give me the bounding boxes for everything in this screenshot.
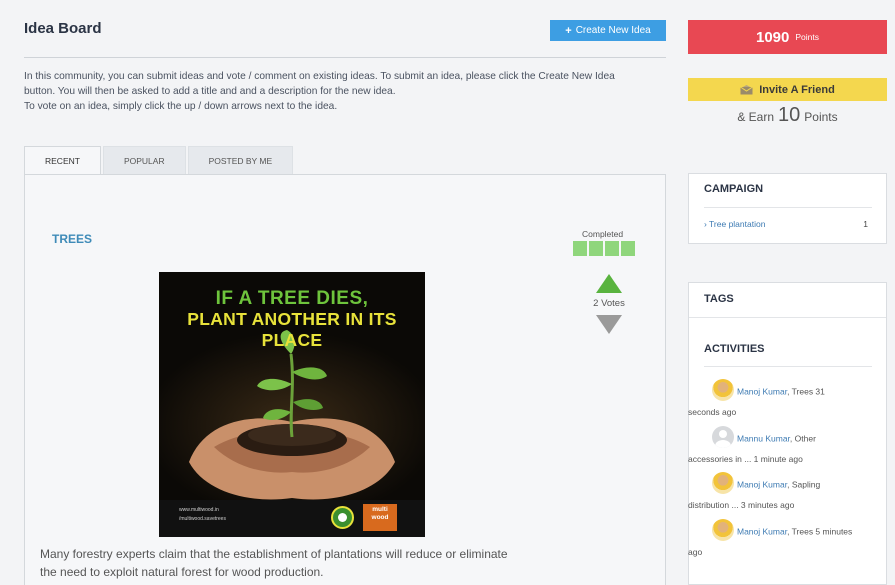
campaign-title: CAMPAIGN — [704, 183, 764, 195]
poster-subheadline: PLANT ANOTHER IN ITS PLACE — [187, 309, 397, 350]
tab-recent[interactable]: RECENT — [24, 146, 101, 175]
activity-text: , Trees 31 — [787, 386, 825, 397]
tags-divider — [689, 317, 886, 318]
activity-time: distribution ... 3 minutes ago — [688, 500, 795, 510]
activity-text: , Sapling — [787, 479, 821, 490]
idea-title[interactable]: TREES — [52, 232, 92, 246]
activity-time: accessories in ... 1 minute ago — [688, 454, 803, 464]
activity-item: Mannu Kumar, Other accessories in ... 1 … — [688, 426, 882, 469]
avatar — [712, 519, 734, 541]
envelope-icon — [740, 84, 753, 94]
earn-unit: Points — [804, 110, 838, 124]
multiwood-logo: multi wood — [363, 504, 397, 531]
idea-list-panel: TREES Completed 2 Votes IF A TREE DIES, … — [24, 174, 666, 585]
status-segment — [573, 241, 587, 256]
poster-footer: www.multiwood.in /multiwood.savetrees mu… — [159, 500, 425, 537]
tree-logo-icon — [331, 506, 354, 529]
activity-item: Manoj Kumar, Sapling distribution ... 3 … — [688, 472, 882, 515]
intro-text: In this community, you can submit ideas … — [24, 69, 674, 114]
tab-popular[interactable]: POPULAR — [102, 146, 186, 175]
plus-icon: + — [565, 24, 572, 37]
intro-line-3: To vote on an idea, simply click the up … — [24, 101, 338, 112]
activity-time: ago — [688, 547, 703, 557]
tags-title: TAGS — [704, 293, 734, 305]
idea-description-line-1: Many forestry experts claim that the est… — [40, 547, 508, 561]
vote-up-icon[interactable] — [596, 274, 622, 293]
activities-title: ACTIVITIES — [704, 343, 765, 355]
vote-count: 2 Votes — [593, 298, 625, 309]
points-value: 1090 — [756, 28, 790, 46]
tags-activities-card: TAGS ACTIVITIES Manoj Kumar, Trees 31 se… — [688, 282, 887, 585]
activity-text: , Trees 5 minutes — [787, 526, 853, 537]
create-new-idea-button[interactable]: + Create New Idea — [550, 20, 666, 41]
points-badge: 1090 Points — [688, 20, 887, 54]
title-divider — [24, 57, 666, 58]
campaign-card: CAMPAIGN › Tree plantation 1 — [688, 173, 887, 244]
activities-divider — [704, 366, 872, 367]
earn-points-text: & Earn 10 Points — [688, 104, 887, 127]
activity-user[interactable]: Manoj Kumar — [737, 526, 787, 536]
earn-prefix: & Earn — [737, 110, 775, 124]
activity-text: , Other — [789, 433, 816, 444]
status-progress-bar — [573, 241, 635, 256]
idea-description: Many forestry experts claim that the est… — [40, 545, 600, 581]
campaign-divider — [704, 207, 872, 208]
campaign-item[interactable]: › Tree plantation 1 — [704, 219, 872, 229]
activity-user[interactable]: Manoj Kumar — [737, 386, 787, 396]
campaign-item-name[interactable]: › Tree plantation — [704, 219, 765, 229]
campaign-item-count: 1 — [863, 219, 868, 229]
activity-user[interactable]: Mannu Kumar — [737, 433, 790, 443]
poster-footer-text: www.multiwood.in /multiwood.savetrees — [179, 506, 226, 524]
status-segment — [605, 241, 619, 256]
activity-user[interactable]: Manoj Kumar — [737, 479, 787, 489]
activity-time: seconds ago — [688, 407, 737, 417]
status-segment — [589, 241, 603, 256]
idea-tabs: RECENT POPULAR POSTED BY ME — [24, 146, 295, 175]
poster-website: www.multiwood.in — [179, 507, 219, 513]
avatar — [712, 379, 734, 401]
poster-social: /multiwood.savetrees — [179, 516, 226, 522]
invite-friend-label: Invite A Friend — [759, 83, 835, 96]
avatar — [712, 472, 734, 494]
idea-description-line-2: the need to exploit natural forest for w… — [40, 565, 324, 579]
intro-line-2: button. You will then be asked to add a … — [24, 86, 396, 97]
status-label: Completed — [582, 229, 624, 239]
avatar — [712, 426, 734, 448]
create-new-idea-label: Create New Idea — [575, 25, 651, 36]
status-segment — [621, 241, 635, 256]
points-unit: Points — [795, 32, 819, 42]
poster-headline: IF A TREE DIES, — [215, 288, 369, 309]
vote-down-icon[interactable] — [596, 315, 622, 334]
intro-line-1: In this community, you can submit ideas … — [24, 71, 615, 82]
earn-value: 10 — [778, 104, 801, 126]
tab-posted-by-me[interactable]: POSTED BY ME — [187, 146, 294, 175]
activity-item: Manoj Kumar, Trees 31 seconds ago — [688, 379, 882, 422]
page-title: Idea Board — [24, 20, 102, 37]
idea-image: IF A TREE DIES, PLANT ANOTHER IN ITS PLA… — [159, 272, 425, 537]
activity-item: Manoj Kumar, Trees 5 minutes ago — [688, 519, 882, 562]
invite-friend-button[interactable]: Invite A Friend — [688, 78, 887, 101]
